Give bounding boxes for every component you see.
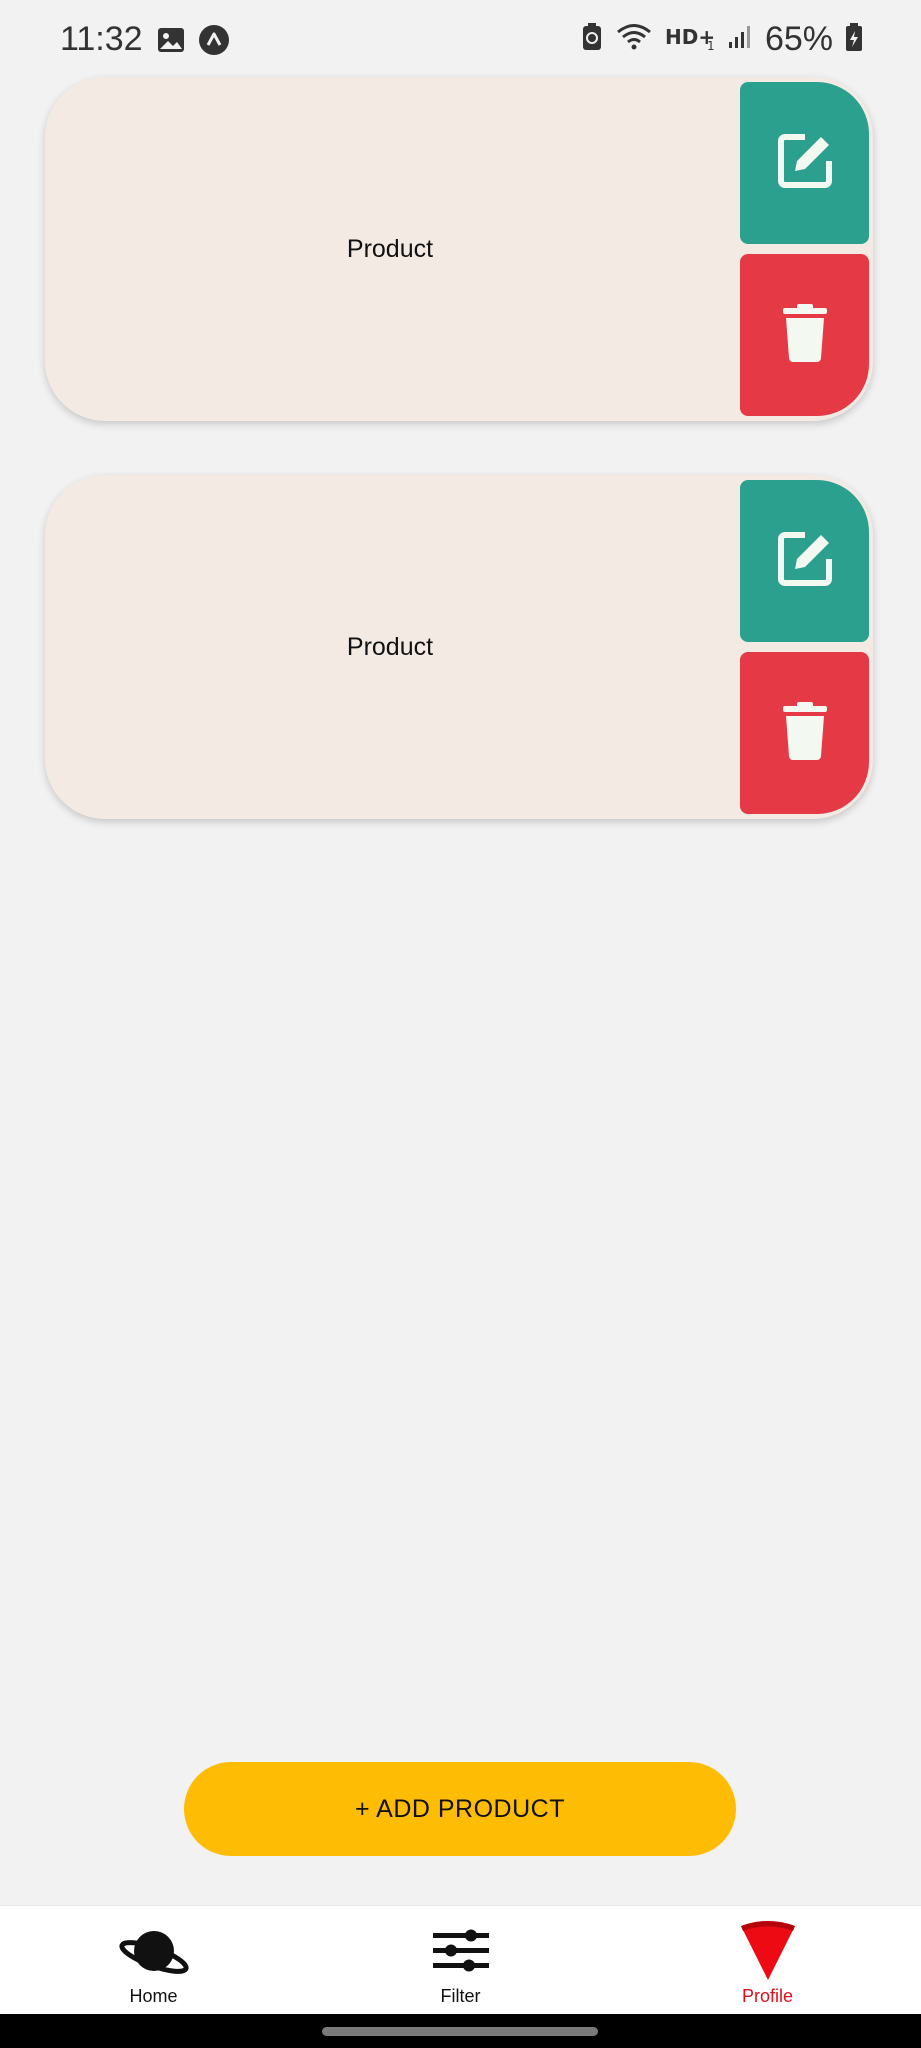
product-actions xyxy=(740,82,869,416)
status-bar: 11:32 HD+ 1 65% xyxy=(0,0,921,80)
edit-icon xyxy=(775,529,835,594)
image-icon xyxy=(156,26,186,59)
product-name: Product xyxy=(346,632,434,661)
nav-item-profile[interactable]: Profile xyxy=(614,1906,921,2015)
svg-text:1: 1 xyxy=(707,39,715,52)
wifi-icon xyxy=(615,22,653,57)
status-time: 11:32 xyxy=(60,20,143,58)
edit-icon xyxy=(775,131,835,196)
pizza-icon xyxy=(739,1920,797,1982)
app-screen: 11:32 HD+ 1 65% Product Product + ADD PR… xyxy=(0,0,921,2048)
sliders-icon xyxy=(432,1920,489,1982)
app-notification-icon xyxy=(198,24,230,61)
trash-icon xyxy=(782,701,827,765)
product-list: Product Product xyxy=(45,77,873,873)
gesture-handle[interactable] xyxy=(322,2027,598,2036)
edit-product-button[interactable] xyxy=(740,82,869,244)
bottom-nav: Home Filter Profile xyxy=(0,1905,921,2015)
nav-label-home: Home xyxy=(129,1986,178,2006)
add-product-button[interactable]: + ADD PRODUCT xyxy=(184,1762,736,1856)
product-card[interactable]: Product xyxy=(45,475,873,819)
trash-icon xyxy=(782,303,827,367)
battery-saver-icon xyxy=(581,22,603,57)
signal-icon xyxy=(727,24,753,55)
battery-charging-icon xyxy=(845,22,863,57)
nav-item-filter[interactable]: Filter xyxy=(307,1906,614,2015)
nav-label-filter: Filter xyxy=(440,1986,481,2006)
hd-voice-icon: HD+ 1 xyxy=(665,22,715,57)
planet-icon xyxy=(118,1920,190,1982)
delete-product-button[interactable] xyxy=(740,652,869,814)
system-navigation-bar xyxy=(0,2014,921,2048)
status-notification-icons xyxy=(156,24,230,61)
nav-item-home[interactable]: Home xyxy=(0,1906,307,2015)
edit-product-button[interactable] xyxy=(740,480,869,642)
battery-percent: 65% xyxy=(764,20,833,58)
nav-label-profile: Profile xyxy=(741,1986,794,2006)
product-card[interactable]: Product xyxy=(45,77,873,421)
product-actions xyxy=(740,480,869,814)
product-name: Product xyxy=(346,234,434,263)
status-system-icons: HD+ 1 65% xyxy=(581,20,863,59)
delete-product-button[interactable] xyxy=(740,254,869,416)
